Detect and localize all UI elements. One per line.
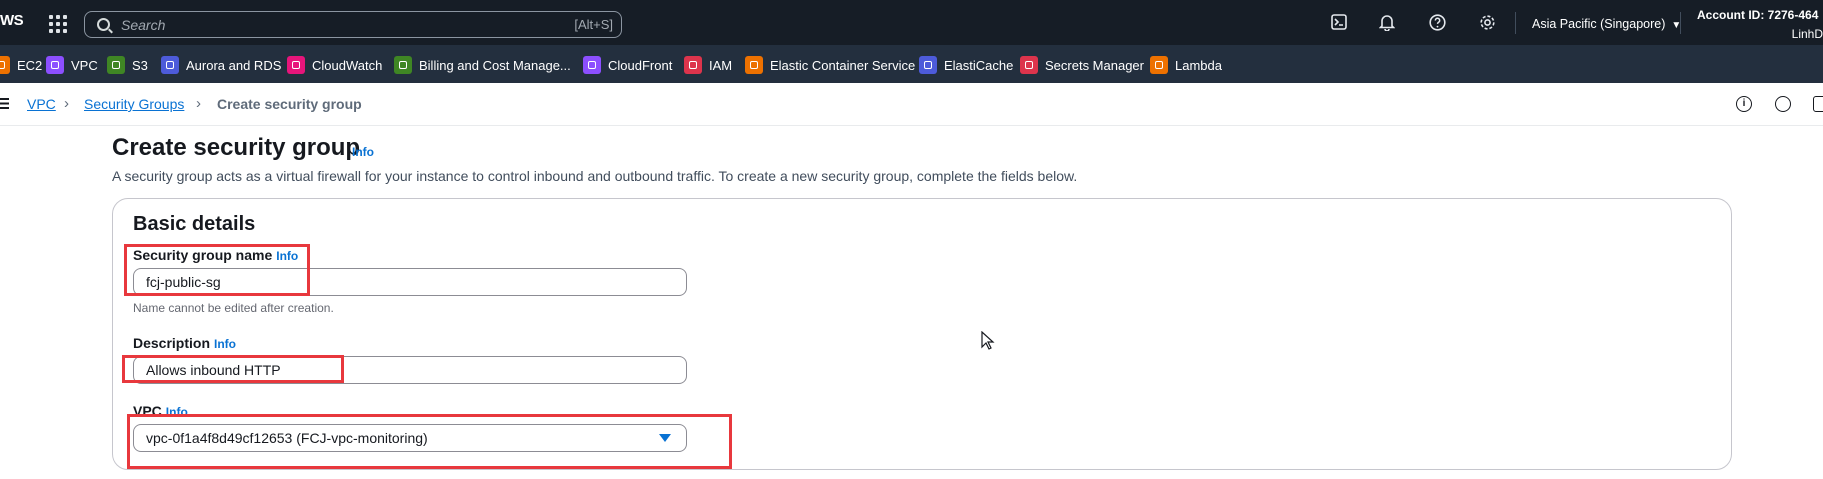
services-menu-icon[interactable] <box>49 15 67 33</box>
chevron-right-icon: › <box>196 95 201 112</box>
feedback-icon[interactable] <box>1775 96 1791 112</box>
page-title: Create security group <box>112 134 361 161</box>
name-constraint-text: Name cannot be edited after creation. <box>133 301 334 315</box>
region-label: Asia Pacific (Singapore) <box>1532 17 1666 31</box>
service-label: VPC <box>71 57 98 73</box>
divider <box>1515 12 1516 34</box>
service-lambda[interactable]: Lambda <box>1150 56 1222 74</box>
page-description: A security group acts as a virtual firew… <box>112 168 1078 184</box>
billing-icon <box>394 56 412 74</box>
info-link[interactable]: Info <box>214 337 236 351</box>
cloudfront-icon <box>583 56 601 74</box>
account-id[interactable]: Account ID: 7276-464 <box>1697 8 1818 22</box>
service-cloudfront[interactable]: CloudFront <box>583 56 672 74</box>
s3-icon <box>107 56 125 74</box>
elasticache-icon <box>919 56 937 74</box>
service-label: EC2 <box>17 57 43 73</box>
description-label: Description Info <box>133 335 236 351</box>
aws-logo[interactable]: WS <box>0 12 24 29</box>
service-cloudwatch[interactable]: CloudWatch <box>287 56 382 74</box>
breadcrumb-current: Create security group <box>217 96 362 112</box>
mouse-cursor-icon <box>981 330 995 356</box>
security-group-name-input[interactable] <box>133 268 687 296</box>
vpc-icon <box>46 56 64 74</box>
service-aurora-rds[interactable]: Aurora and RDS <box>161 56 281 74</box>
service-label: ElastiCache <box>944 57 1014 73</box>
service-label: S3 <box>132 57 148 73</box>
cloudshell-icon[interactable] <box>1330 14 1348 32</box>
favorites-bar: EC2 VPC S3 Aurora and RDS CloudWatch Bil… <box>0 45 1823 83</box>
settings-gear-icon[interactable] <box>1478 14 1496 32</box>
search-placeholder: Search <box>121 17 166 33</box>
ecs-icon <box>745 56 763 74</box>
basic-details-title: Basic details <box>133 213 256 235</box>
divider <box>1680 12 1681 34</box>
iam-icon <box>684 56 702 74</box>
lambda-icon <box>1150 56 1168 74</box>
service-label: IAM <box>709 57 733 73</box>
label-text: VPC <box>133 403 162 419</box>
security-group-name-label: Security group name Info <box>133 247 298 263</box>
vpc-select[interactable]: vpc-0f1a4f8d49cf12653 (FCJ-vpc-monitorin… <box>133 424 687 452</box>
service-ecs[interactable]: Elastic Container Service <box>745 56 915 74</box>
search-shortcut: [Alt+S] <box>574 17 613 32</box>
vpc-label: VPC Info <box>133 403 188 419</box>
ec2-icon <box>0 56 10 74</box>
info-link[interactable]: Info <box>276 249 298 263</box>
service-label: Elastic Container Service <box>770 57 916 73</box>
service-s3[interactable]: S3 <box>107 56 148 74</box>
info-circle-icon[interactable]: i <box>1736 96 1752 112</box>
label-text: Description <box>133 335 211 351</box>
service-elasticache[interactable]: ElastiCache <box>919 56 1013 74</box>
search-input[interactable]: Search [Alt+S] <box>84 11 622 38</box>
description-input[interactable] <box>133 356 687 384</box>
rds-icon <box>161 56 179 74</box>
account-user[interactable]: LinhD <box>1792 27 1823 41</box>
notifications-bell-icon[interactable] <box>1378 14 1396 32</box>
chat-icon[interactable] <box>1813 96 1823 112</box>
service-label: CloudFront <box>608 57 673 73</box>
chevron-right-icon: › <box>64 95 69 112</box>
service-label: Lambda <box>1175 57 1222 73</box>
breadcrumb-security-groups[interactable]: Security Groups <box>84 96 184 112</box>
service-vpc[interactable]: VPC <box>46 56 98 74</box>
top-navigation: WS Search [Alt+S] Asia Pacific (Singapor… <box>0 0 1823 45</box>
menu-hamburger-icon[interactable] <box>0 98 9 109</box>
secrets-manager-icon <box>1020 56 1038 74</box>
service-label: Billing and Cost Manage... <box>419 57 571 73</box>
page-info-link[interactable]: Info <box>352 145 374 159</box>
info-link[interactable]: Info <box>166 405 188 419</box>
breadcrumb: VPC › Security Groups › Create security … <box>0 83 1823 126</box>
breadcrumb-vpc[interactable]: VPC <box>27 96 56 112</box>
service-label: CloudWatch <box>312 57 383 73</box>
service-secrets-manager[interactable]: Secrets Manager <box>1020 56 1144 74</box>
service-iam[interactable]: IAM <box>684 56 732 74</box>
search-icon <box>97 18 110 31</box>
service-billing[interactable]: Billing and Cost Manage... <box>394 56 571 74</box>
service-label: Aurora and RDS <box>186 57 282 73</box>
help-icon[interactable] <box>1428 14 1446 32</box>
region-selector[interactable]: Asia Pacific (Singapore) ▼ <box>1532 17 1681 31</box>
service-ec2[interactable]: EC2 <box>0 56 42 74</box>
service-label: Secrets Manager <box>1045 57 1144 73</box>
label-text: Security group name <box>133 247 273 263</box>
cloudwatch-icon <box>287 56 305 74</box>
caret-down-icon <box>659 434 671 442</box>
